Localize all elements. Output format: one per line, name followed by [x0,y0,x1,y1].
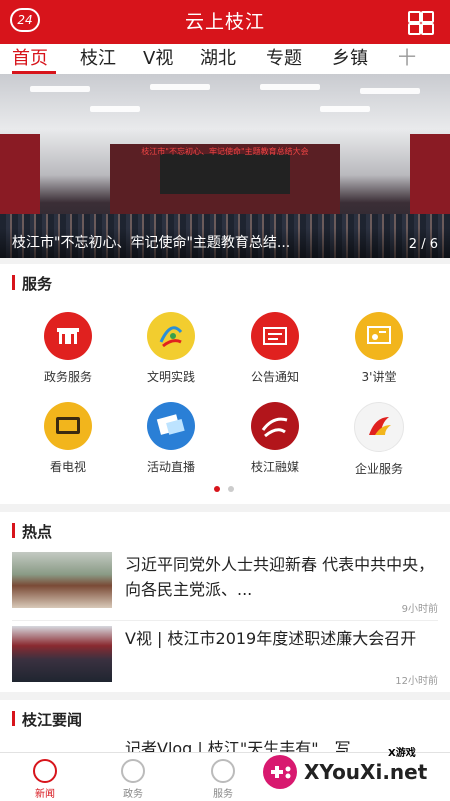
service-label: 公告通知 [250,370,299,384]
lecture-hall-icon [355,312,403,360]
news-thumbnail [12,552,112,608]
nav-news[interactable]: 新闻 [0,753,90,800]
service-label: 3'讲堂 [361,370,397,384]
service-lecture[interactable]: 3'讲堂 [329,312,429,385]
service-label: 文明实践 [146,370,195,384]
tv-icon [44,402,92,450]
banner-carousel[interactable]: 枝江市"不忘初心、牢记使命"主题教育总结大会 枝江市"不忘初心、牢记使命"主题教… [0,74,450,258]
ceiling-light [260,84,320,90]
local-news-heading: 枝江要闻 [12,709,82,730]
stage-banner-text: 枝江市"不忘初心、牢记使命"主题教育总结大会 [141,147,309,156]
service-government[interactable]: 政务服务 [18,312,118,385]
watermark-brand: XYouXi.net [304,760,428,784]
ceiling-light [360,88,420,94]
top-bar: 24 云上枝江 [0,0,450,44]
services-section: 服务 政务服务 文明实践 公告通知 3'讲堂 看电视 活动直播 枝江融媒 企业服… [0,264,450,504]
ceiling-light [320,106,370,112]
carousel-dot-active[interactable] [214,486,220,492]
zhijiang-media-icon [251,402,299,450]
service-media[interactable]: 枝江融媒 [225,402,325,475]
stage-screen [160,154,290,194]
site-watermark: X游戏 XYouXi.net [260,744,440,798]
service-icon [211,759,235,783]
nav-label: 新闻 [35,789,55,800]
category-tabs: 首页 枝江 V视 湖北 专题 乡镇 十 [0,44,450,74]
hot-heading: 热点 [12,521,52,542]
notice-board-icon [251,312,299,360]
news-item[interactable]: 习近平同党外人士共迎新春 代表中共中央，向各民主党派、... 9小时前 [12,552,438,624]
services-heading: 服务 [12,273,52,294]
service-enterprise[interactable]: 企业服务 [329,402,429,477]
service-label: 活动直播 [146,460,195,474]
ceiling-light [150,84,210,90]
watermark-tag: X游戏 [388,748,416,759]
nav-label: 服务 [213,789,233,800]
news-item[interactable]: V视 | 枝江市2019年度述职述廉大会召开 12小时前 [12,626,438,687]
news-thumbnail [12,626,112,682]
service-notice[interactable]: 公告通知 [225,312,325,385]
divider [12,620,438,621]
government-building-icon [44,312,92,360]
service-live[interactable]: 活动直播 [121,402,221,475]
carousel-dot[interactable] [228,486,234,492]
service-label: 企业服务 [354,462,403,476]
hot-section: 热点 习近平同党外人士共迎新春 代表中共中央，向各民主党派、... 9小时前 V… [0,512,450,692]
news-title: 习近平同党外人士共迎新春 代表中共中央，向各民主党派、... [125,555,435,599]
tab-topics[interactable]: 专题 [266,44,302,74]
live-broadcast-icon [147,402,195,450]
tab-towns[interactable]: 乡镇 [332,44,368,74]
service-civilization[interactable]: 文明实践 [121,312,221,385]
gamepad-logo-icon [263,755,297,789]
ceiling-light [30,86,90,92]
news-time: 9小时前 [401,604,438,615]
tab-hubei[interactable]: 湖北 [200,44,236,74]
banner-caption: 枝江市"不忘初心、牢记使命"主题教育总结... [12,235,291,251]
nav-label: 政务 [123,789,143,800]
app-title: 云上枝江 [184,11,265,33]
service-label: 看电视 [49,460,86,474]
ceiling-light [90,106,140,112]
nav-service[interactable]: 服务 [178,753,268,800]
enterprise-service-icon [354,402,404,452]
government-icon [121,759,145,783]
banner-page-indicator: 2 / 6 [408,237,438,252]
tab-home[interactable]: 首页 [12,44,48,74]
nav-government[interactable]: 政务 [88,753,178,800]
service-tv[interactable]: 看电视 [18,402,118,475]
tab-vshi[interactable]: V视 [143,44,173,74]
tab-more[interactable]: 十 [398,44,416,74]
banner-caption-overlay: 枝江市"不忘初心、牢记使命"主题教育总结... 2 / 6 [0,228,450,258]
service-label: 政务服务 [43,370,92,384]
news-time: 12小时前 [395,676,438,687]
grid-menu-icon[interactable] [408,11,434,35]
news-title: V视 | 枝江市2019年度述职述廉大会召开 [125,629,417,648]
tab-zhijiang[interactable]: 枝江 [80,44,116,74]
civilization-practice-icon [147,312,195,360]
service-label: 枝江融媒 [250,460,299,474]
news-icon [33,759,57,783]
